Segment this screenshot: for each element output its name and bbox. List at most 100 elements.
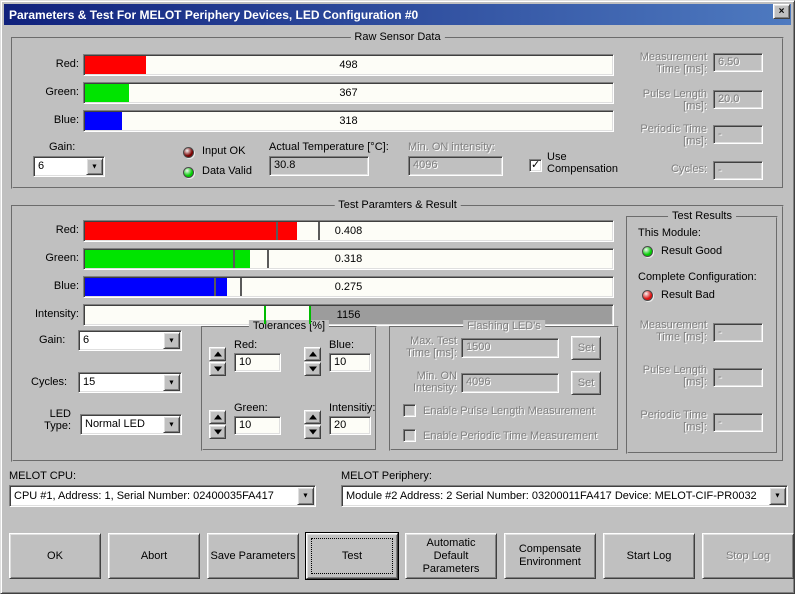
result-pulse-length-field: - [713,368,763,387]
test-group-title: Test Paramters & Result [334,199,461,211]
melot-periphery-label: MELOT Periphery: [341,470,432,482]
raw-cycles-field: - [713,161,763,180]
max-test-time-set-button: Set [571,336,601,360]
test-gain-label: Gain: [39,334,65,346]
min-on-intensity-field: 4096 [408,156,503,176]
tolerance-green-field[interactable]: 10 [234,416,281,435]
result-good-label: Result Good [661,245,722,257]
use-compensation-checkbox[interactable] [529,159,542,172]
result-measurement-time-label: Measurement Time [ms]: [629,319,707,343]
tolerance-red-field[interactable]: 10 [234,353,281,372]
tolerance-green-down-button[interactable] [209,425,226,439]
ok-button[interactable]: OK [9,533,101,579]
raw-gain-combobox[interactable]: 6 [33,156,105,177]
raw-cycles-label: Cycles: [629,163,707,175]
dropdown-arrow-icon[interactable] [297,487,314,505]
actual-temperature-value: 30.8 [274,159,295,171]
melot-periphery-value: Module #2 Address: 2 Serial Number: 0320… [346,490,768,502]
raw-green-bar: 367 [83,82,614,104]
this-module-label: This Module: [638,227,701,239]
dropdown-arrow-icon[interactable] [163,374,180,391]
title-bar: Parameters & Test For MELOT Periphery De… [4,4,791,25]
enable-periodic-time-checkbox [403,429,416,442]
result-bad-label: Result Bad [661,289,715,301]
raw-measurement-time-label: Measurement Time [ms]: [629,51,707,75]
abort-button[interactable]: Abort [108,533,200,579]
flashing-min-on-field: 4096 [461,373,559,393]
raw-periodic-time-field: - [713,125,763,144]
dropdown-arrow-icon[interactable] [769,487,786,505]
max-test-time-label: Max. Test Time [ms]: [395,335,457,359]
tolerance-blue-value: 10 [334,356,346,368]
raw-periodic-time-value: - [718,128,722,140]
test-cycles-label: Cycles: [31,376,67,388]
raw-cycles-value: - [718,164,722,176]
tolerance-red-down-button[interactable] [209,362,226,376]
test-results-title: Test Results [668,210,736,222]
raw-pulse-length-value: 20.0 [718,93,739,105]
tolerance-red-up-button[interactable] [209,347,226,361]
raw-blue-bar: 318 [83,110,614,132]
actual-temperature-field: 30.8 [269,156,369,176]
test-blue-bar: 0.275 [83,276,614,298]
start-log-button[interactable]: Start Log [603,533,695,579]
flashing-min-on-value: 4096 [466,376,490,388]
automatic-default-parameters-button[interactable]: Automatic Default Parameters [405,533,497,579]
test-blue-label: Blue: [9,280,79,292]
dropdown-arrow-icon[interactable] [163,332,180,349]
result-periodic-time-value: - [718,416,722,428]
melot-cpu-combobox[interactable]: CPU #1, Address: 1, Serial Number: 02400… [9,485,316,507]
raw-gain-label: Gain: [49,141,75,153]
result-good-led-icon [642,246,653,257]
test-button[interactable]: Test [306,533,398,579]
tolerance-blue-label: Blue: [329,339,354,351]
led-type-label: LED Type: [31,408,71,432]
save-parameters-button[interactable]: Save Parameters [207,533,299,579]
dropdown-arrow-icon[interactable] [86,158,103,175]
tolerance-intensity-up-button[interactable] [304,410,321,424]
tolerance-intensity-label: Intensitiy: [329,402,375,414]
raw-periodic-time-label: Periodic Time [ms]: [629,123,707,147]
tolerance-red-value: 10 [239,356,251,368]
input-ok-label: Input OK [202,145,245,157]
raw-pulse-length-field: 20.0 [713,90,763,109]
input-ok-led-icon [183,147,194,158]
use-compensation-label: Use Compensation [547,151,627,175]
compensate-environment-button[interactable]: Compensate Environment [504,533,596,579]
complete-configuration-label: Complete Configuration: [638,271,757,283]
raw-green-label: Green: [9,86,79,98]
result-measurement-time-field: - [713,323,763,342]
raw-gain-value: 6 [38,160,85,172]
result-periodic-time-label: Periodic Time [ms]: [629,409,707,433]
flashing-min-on-set-button: Set [571,371,601,395]
tolerance-intensity-value: 20 [334,419,346,431]
test-cycles-combobox[interactable]: 15 [78,372,182,393]
tolerance-blue-down-button[interactable] [304,362,321,376]
raw-red-bar: 498 [83,54,614,76]
enable-pulse-length-checkbox [403,404,416,417]
flashing-min-on-label: Min. ON Intensity: [395,370,457,394]
close-icon: × [779,7,785,17]
test-intensity-label: Intensity: [9,308,79,320]
min-on-intensity-label: Min. ON intensity: [408,141,495,153]
led-type-value: Normal LED [85,418,162,430]
melot-cpu-value: CPU #1, Address: 1, Serial Number: 02400… [14,490,296,502]
tolerance-blue-field[interactable]: 10 [329,353,371,372]
tolerance-intensity-down-button[interactable] [304,425,321,439]
close-button[interactable]: × [773,4,790,19]
tolerance-blue-up-button[interactable] [304,347,321,361]
test-gain-combobox[interactable]: 6 [78,330,182,351]
melot-cpu-label: MELOT CPU: [9,470,76,482]
test-cycles-value: 15 [83,376,162,388]
led-type-combobox[interactable]: Normal LED [80,414,182,435]
melot-periphery-combobox[interactable]: Module #2 Address: 2 Serial Number: 0320… [341,485,788,507]
tolerance-green-up-button[interactable] [209,410,226,424]
tolerance-intensity-field[interactable]: 20 [329,416,371,435]
result-pulse-length-label: Pulse Length [ms]: [629,364,707,388]
dropdown-arrow-icon[interactable] [163,416,180,433]
enable-pulse-length-label: Enable Pulse Length Measurement [423,405,595,417]
actual-temperature-label: Actual Temperature [°C]: [269,141,389,153]
stop-log-button: Stop Log [702,533,794,579]
test-red-label: Red: [9,224,79,236]
tolerance-green-value: 10 [239,419,251,431]
